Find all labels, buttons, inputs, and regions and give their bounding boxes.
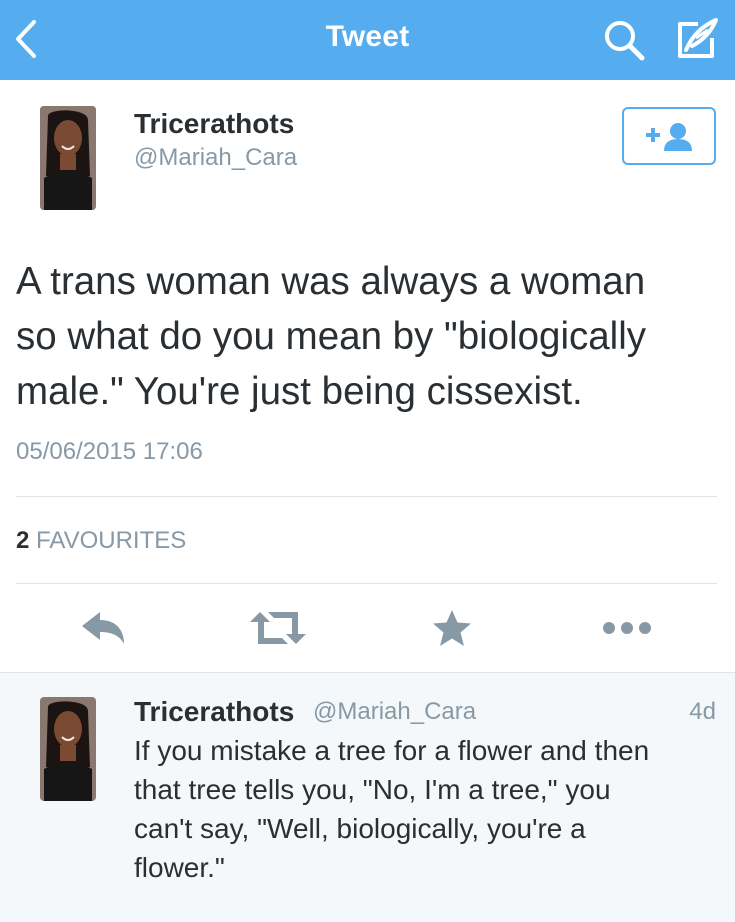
- favorite-button[interactable]: [430, 604, 474, 652]
- search-button[interactable]: [602, 18, 646, 62]
- reply-text: If you mistake a tree for a flower and t…: [134, 735, 650, 883]
- reply-author-handle[interactable]: @Mariah_Cara: [313, 698, 476, 726]
- more-icon: [603, 622, 651, 634]
- author-handle[interactable]: @Mariah_Cara: [134, 144, 297, 172]
- more-button[interactable]: [602, 604, 652, 652]
- favorite-icon: [433, 610, 471, 646]
- reply-button[interactable]: [78, 604, 130, 652]
- reply-icon: [82, 612, 124, 644]
- favourites-label: FAVOURITES: [36, 527, 187, 554]
- divider: [16, 496, 717, 497]
- retweet-icon: [250, 612, 306, 644]
- top-bar: Tweet: [0, 0, 735, 80]
- compose-icon: [678, 18, 718, 58]
- add-user-icon: [646, 123, 692, 151]
- compose-button[interactable]: [672, 16, 720, 62]
- divider: [16, 583, 717, 584]
- author-name[interactable]: Tricerathots: [134, 108, 294, 140]
- avatar-image: [40, 106, 96, 210]
- avatar-image: [40, 697, 96, 801]
- follow-button[interactable]: [622, 107, 716, 165]
- retweet-button[interactable]: [248, 604, 308, 652]
- avatar[interactable]: [40, 697, 96, 801]
- search-icon: [605, 21, 645, 61]
- reply-author-name[interactable]: Tricerathots: [134, 696, 294, 728]
- favourites-stat[interactable]: 2 FAVOURITES: [16, 527, 186, 555]
- avatar[interactable]: [40, 106, 96, 210]
- favourites-count: 2: [16, 527, 30, 554]
- tweet-text: A trans woman was always a woman so what…: [16, 260, 647, 413]
- tweet-timestamp: 05/06/2015 17:06: [16, 438, 203, 465]
- reply-timestamp: 4d: [689, 698, 716, 725]
